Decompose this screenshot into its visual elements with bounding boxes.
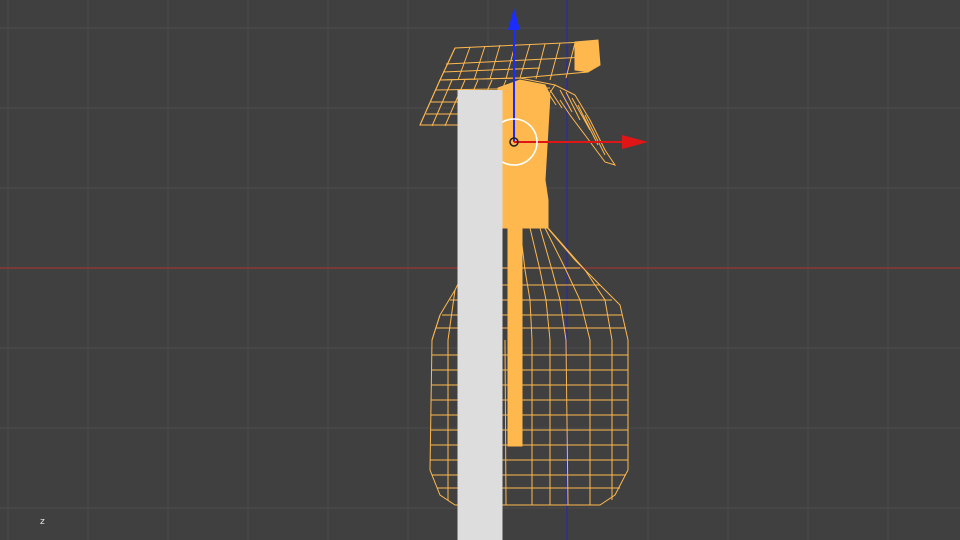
mini-axis-icon <box>457 90 503 540</box>
3d-viewport[interactable]: z <box>0 0 960 540</box>
